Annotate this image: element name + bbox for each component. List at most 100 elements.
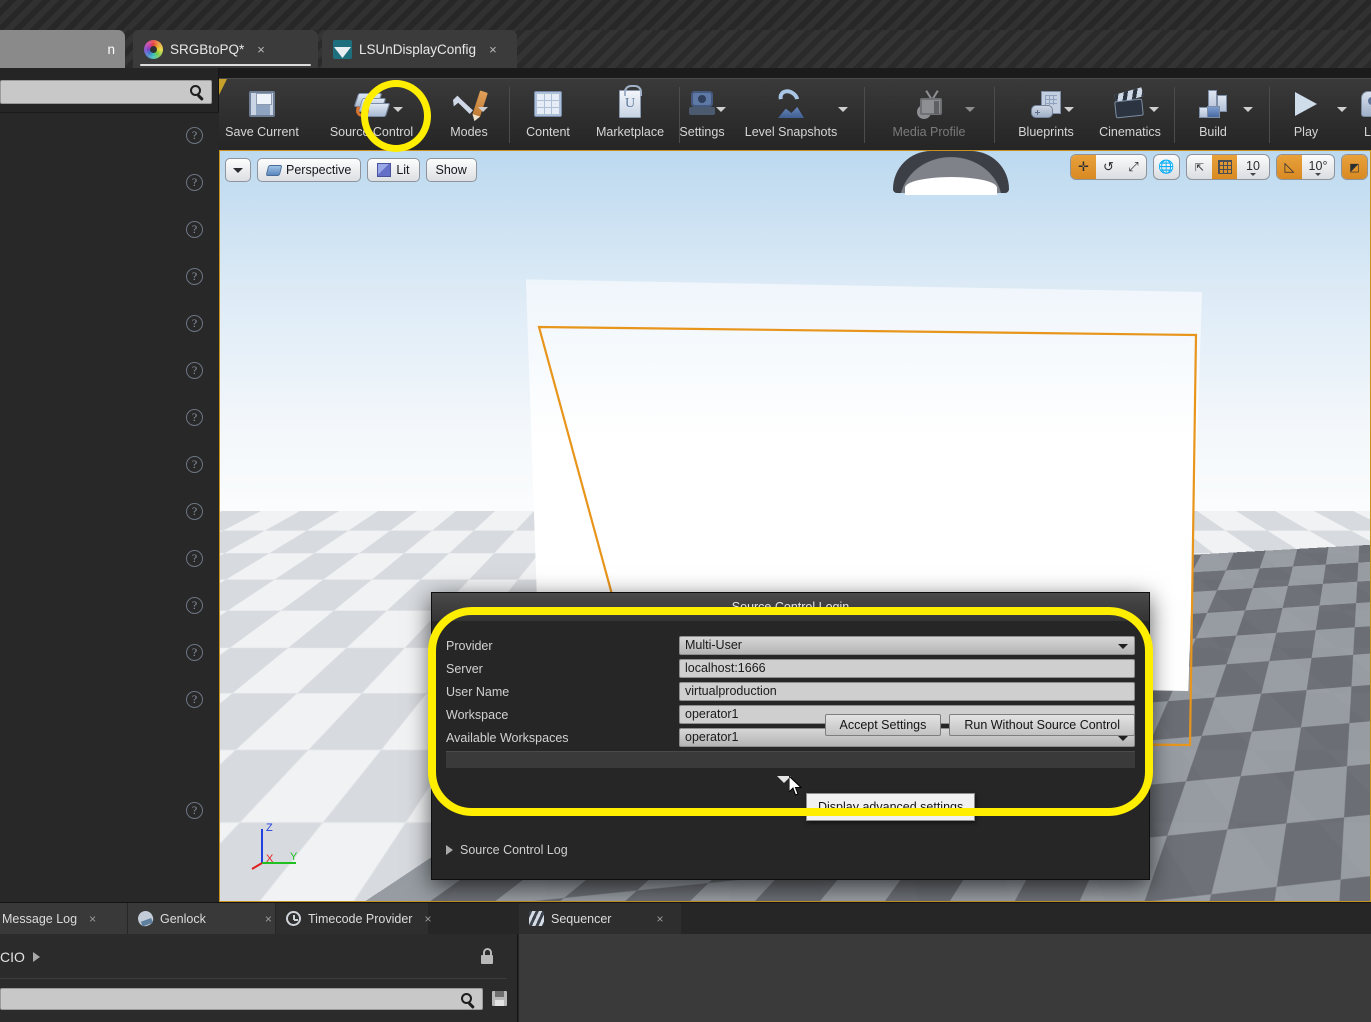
close-icon[interactable]: × <box>89 912 96 926</box>
media-profile-dropdown-arrow[interactable] <box>965 107 975 112</box>
help-icon[interactable]: ? <box>186 315 203 332</box>
help-icon[interactable]: ? <box>186 362 203 379</box>
bottom-tab-message-log[interactable]: Message Log × <box>0 903 127 934</box>
toolbar-content[interactable]: Content <box>514 79 582 151</box>
source-control-log-expander[interactable]: Source Control Log <box>446 843 568 857</box>
bottom-tab-sequencer[interactable]: Sequencer × <box>519 903 681 934</box>
close-icon[interactable]: × <box>265 912 272 926</box>
surface-snap-icon[interactable]: ⇱ <box>1187 155 1212 179</box>
toolbar-build[interactable]: Build <box>1182 79 1244 151</box>
save-icon[interactable] <box>492 991 507 1006</box>
toolbar-separator <box>994 87 995 143</box>
viewport-show-menu[interactable]: Show <box>425 158 477 182</box>
play-icon <box>1286 87 1326 123</box>
globe-icon[interactable]: 🌐 <box>1154 155 1179 179</box>
help-icon[interactable]: ? <box>186 691 203 708</box>
cinematics-dropdown-arrow[interactable] <box>1149 107 1159 112</box>
ocio-search-input[interactable] <box>0 988 483 1010</box>
help-icon[interactable]: ? <box>186 503 203 520</box>
help-icon[interactable]: ? <box>186 644 203 661</box>
toolbar-separator <box>1269 87 1270 143</box>
close-icon[interactable]: × <box>424 912 431 926</box>
bottom-tab-label: Sequencer <box>551 911 612 926</box>
help-icon[interactable]: ? <box>186 550 203 567</box>
tab-underline <box>140 64 311 66</box>
asset-tab-lsundisplayconfig[interactable]: LSUnDisplayConfig × <box>322 30 517 68</box>
modes-dropdown-arrow[interactable] <box>478 107 488 112</box>
asset-tab-srgbtopq[interactable]: SRGBtoPQ* × <box>133 30 318 68</box>
grid-snap-toggle[interactable] <box>1212 155 1237 179</box>
launch-icon <box>1351 87 1371 123</box>
grid-snap-value[interactable]: 10 <box>1237 155 1269 179</box>
blueprints-dropdown-arrow[interactable] <box>1064 107 1074 112</box>
toolbar-item-label: Settings <box>679 125 725 139</box>
asset-tab-partial[interactable]: n <box>0 30 125 68</box>
level-snapshots-dropdown-arrow[interactable] <box>838 107 848 112</box>
close-icon[interactable]: × <box>656 912 663 926</box>
bottom-tab-label: Message Log <box>2 911 78 926</box>
help-icon[interactable]: ? <box>186 456 203 473</box>
toolbar-item-label: Content <box>526 125 570 139</box>
marketplace-icon <box>610 85 650 123</box>
help-icon[interactable]: ? <box>186 409 203 426</box>
viewport-camera-mode[interactable]: Perspective <box>257 158 362 182</box>
scale-tool-icon[interactable]: ⤢ <box>1121 155 1146 179</box>
settings-dropdown-arrow[interactable] <box>716 107 726 112</box>
window-title-stripe <box>0 0 1371 30</box>
search-icon <box>460 992 477 1009</box>
divider <box>0 978 507 979</box>
help-icon[interactable]: ? <box>186 802 203 819</box>
viewport-options-menu[interactable] <box>225 158 251 182</box>
bottom-tab-label: Genlock <box>160 911 206 926</box>
bottom-dock: Message Log × Genlock × Timecode Provide… <box>0 902 1371 1022</box>
toolbar-item-label: La <box>1364 125 1371 139</box>
angle-snap-toggle[interactable]: ◺ <box>1277 155 1302 179</box>
left-panel-content: ? ? ? ? ? ? ? ? ? ? ? ? ? ? <box>0 112 219 902</box>
toolbar-marketplace[interactable]: Marketplace <box>584 79 676 151</box>
viewport-toolbar: Perspective Lit Show ✛ ↺ ⤢ 🌐 ⇱ 10 ◺ 10° … <box>220 151 1370 189</box>
toolbar-blueprints[interactable]: Blueprints <box>1001 79 1091 151</box>
play-dropdown-arrow[interactable] <box>1337 107 1347 112</box>
annotation-rounded-rect-login-form <box>428 607 1153 816</box>
move-tool-icon[interactable]: ✛ <box>1071 155 1096 179</box>
left-dock-panel: ? ? ? ? ? ? ? ? ? ? ? ? ? ? <box>0 68 219 902</box>
build-dropdown-arrow[interactable] <box>1243 107 1253 112</box>
chevron-down-icon <box>1315 172 1321 176</box>
close-icon[interactable]: × <box>257 42 265 57</box>
angle-snap-value[interactable]: 10° <box>1302 155 1334 179</box>
toolbar-item-label: Play <box>1293 125 1319 139</box>
viewport-transform-tools: ✛ ↺ ⤢ 🌐 ⇱ 10 ◺ 10° ◩ <box>1070 154 1370 180</box>
toolbar-settings[interactable]: Settings <box>667 79 737 151</box>
toolbar-separator <box>509 87 510 143</box>
ocio-header[interactable]: CIO <box>0 944 517 970</box>
toolbar-separator <box>864 87 865 143</box>
angle-snap-group: ◺ 10° <box>1276 154 1335 180</box>
bottom-tab-timecode-provider[interactable]: Timecode Provider × <box>276 903 431 934</box>
bottom-tab-genlock[interactable]: Genlock × <box>128 903 275 934</box>
scale-snap-toggle[interactable]: ◩ <box>1342 155 1367 179</box>
lock-icon[interactable] <box>481 948 495 964</box>
help-icon[interactable]: ? <box>186 174 203 191</box>
svg-text:X: X <box>266 853 274 865</box>
search-input[interactable] <box>0 80 212 104</box>
toolbar-item-label: Cinematics <box>1099 125 1161 139</box>
toolbar-save-current[interactable]: Save Current <box>223 79 301 151</box>
help-icon[interactable]: ? <box>186 127 203 144</box>
viewport-view-mode[interactable]: Lit <box>367 158 420 182</box>
toolbar-cinematics[interactable]: Cinematics <box>1085 79 1175 151</box>
toolbar-media-profile[interactable]: Media Profile <box>874 79 984 151</box>
toolbar-launch[interactable]: La <box>1351 79 1371 151</box>
toolbar-item-label: Modes <box>450 125 488 139</box>
annotation-ellipse-source-control <box>361 80 431 152</box>
scale-snap-group: ◩ <box>1341 154 1368 180</box>
toolbar-play[interactable]: Play <box>1277 79 1335 151</box>
toolbar-level-snapshots[interactable]: Level Snapshots <box>732 79 850 151</box>
world-space-group: 🌐 <box>1153 154 1180 180</box>
toolbar-modes[interactable]: Modes <box>434 79 504 151</box>
help-icon[interactable]: ? <box>186 597 203 614</box>
rotate-tool-icon[interactable]: ↺ <box>1096 155 1121 179</box>
help-icon[interactable]: ? <box>186 221 203 238</box>
help-icon[interactable]: ? <box>186 268 203 285</box>
close-icon[interactable]: × <box>489 42 497 57</box>
grid-snap-label: 10 <box>1246 158 1260 173</box>
